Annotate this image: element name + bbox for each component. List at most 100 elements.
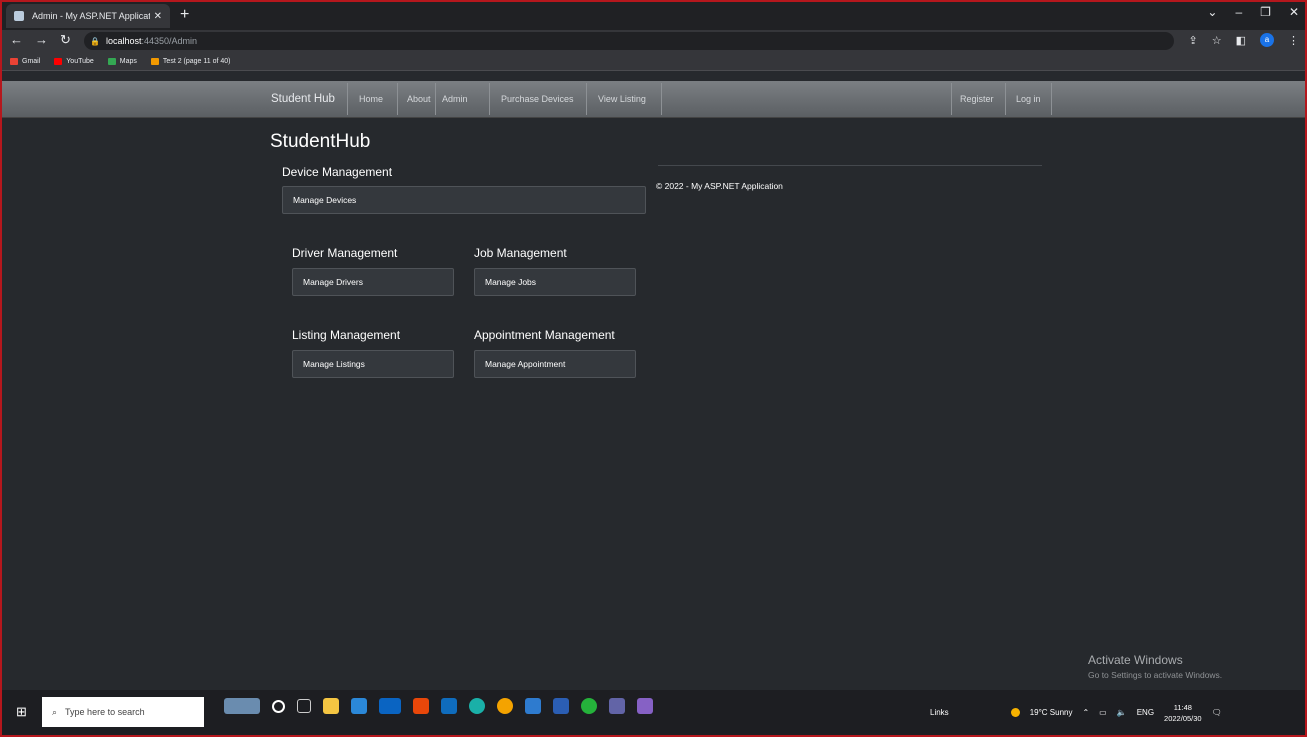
weather-text[interactable]: 19°C Sunny: [1030, 708, 1073, 717]
browser-toolbar: ← → ↻ 🔒 localhost:44350/Admin ⇪ ☆ ◧ a ⋮: [2, 30, 1305, 52]
address-bar[interactable]: 🔒 localhost:44350/Admin: [84, 32, 1174, 50]
manage-appointment-button[interactable]: Manage Appointment: [474, 350, 636, 378]
manage-drivers-button[interactable]: Manage Drivers: [292, 268, 454, 296]
window-controls: ⌄ – ❐ ✕: [1207, 5, 1299, 19]
url-path: :44350/Admin: [141, 36, 198, 46]
volume-icon[interactable]: 🔈: [1117, 708, 1127, 717]
bookmarks-bar: Gmail YouTube Maps Test 2 (page 11 of 40…: [2, 52, 1305, 71]
nav-brand[interactable]: Student Hub: [271, 81, 335, 117]
nav-divider: [1005, 83, 1006, 115]
page-viewport: Student Hub Home About Admin Purchase De…: [2, 71, 1305, 690]
activate-subtitle: Go to Settings to activate Windows.: [1088, 670, 1223, 680]
news-widget-icon[interactable]: [224, 698, 260, 714]
cortana-icon[interactable]: [272, 699, 285, 713]
manage-devices-button[interactable]: Manage Devices: [282, 186, 646, 214]
toolbar-actions: ⇪ ☆ ◧ a ⋮: [1189, 33, 1299, 47]
restore-icon[interactable]: ❐: [1260, 5, 1271, 19]
mail-icon[interactable]: [379, 698, 401, 714]
file-explorer-icon[interactable]: [323, 698, 339, 714]
page-title: StudentHub: [270, 131, 371, 152]
nav-about[interactable]: About: [407, 81, 431, 117]
bookmark-label: Test 2 (page 11 of 40): [162, 57, 231, 65]
menu-kebab-icon[interactable]: ⋮: [1288, 34, 1299, 47]
url-host: localhost: [105, 36, 142, 46]
youtube-icon: [54, 57, 63, 65]
nav-divider: [661, 83, 662, 115]
forward-icon[interactable]: →: [35, 32, 48, 48]
nav-divider: [951, 83, 952, 115]
new-tab-icon[interactable]: +: [180, 6, 189, 24]
search-placeholder: Type here to search: [65, 707, 145, 717]
site-navbar: Student Hub Home About Admin Purchase De…: [2, 81, 1305, 118]
browser-tab-active[interactable]: Admin - My ASP.NET Application ✕: [6, 4, 170, 28]
listing-management-heading: Listing Management: [292, 328, 401, 342]
screen-frame: Admin - My ASP.NET Application ✕ + ⌄ – ❐…: [0, 0, 1307, 737]
visual-studio-icon[interactable]: [637, 698, 653, 714]
activate-windows-watermark: Activate Windows Go to Settings to activ…: [1088, 653, 1222, 680]
share-icon[interactable]: ⇪: [1189, 34, 1198, 47]
notifications-icon[interactable]: 🗨: [1212, 708, 1222, 717]
bookmark-test[interactable]: Test 2 (page 11 of 40): [150, 57, 231, 65]
task-view-icon[interactable]: [297, 699, 311, 713]
clock-time: 11:48: [1173, 702, 1192, 712]
bookmark-maps[interactable]: Maps: [107, 57, 137, 65]
outlook-icon[interactable]: [441, 698, 457, 714]
taskbar-apps: [224, 698, 653, 714]
nav-divider: [435, 83, 436, 115]
reload-icon[interactable]: ↻: [60, 32, 71, 48]
weather-sun-icon[interactable]: [1010, 708, 1020, 717]
activate-title: Activate Windows: [1088, 653, 1183, 667]
bookmark-youtube[interactable]: YouTube: [54, 57, 94, 65]
nav-login[interactable]: Log in: [1016, 81, 1041, 117]
nav-home[interactable]: Home: [359, 81, 383, 117]
browser-tab-title: Admin - My ASP.NET Application: [32, 11, 150, 21]
manage-jobs-button[interactable]: Manage Jobs: [474, 268, 636, 296]
office-icon[interactable]: [413, 698, 429, 714]
network-icon[interactable]: ▭: [1099, 708, 1107, 717]
manage-listings-button[interactable]: Manage Listings: [292, 350, 454, 378]
chrome-icon[interactable]: [497, 698, 513, 714]
driver-management-heading: Driver Management: [292, 246, 398, 260]
whatsapp-icon[interactable]: [581, 698, 597, 714]
page-favicon-icon: [14, 11, 24, 21]
browser-tabstrip: Admin - My ASP.NET Application ✕ + ⌄ – ❐…: [2, 2, 1305, 30]
tab-search-icon[interactable]: ⌄: [1207, 5, 1217, 19]
job-management-heading: Job Management: [474, 246, 567, 260]
nav-buttons: ← → ↻: [10, 32, 71, 48]
system-clock[interactable]: 11:48 2022/05/30: [1164, 702, 1202, 724]
nav-divider: [489, 83, 490, 115]
close-window-icon[interactable]: ✕: [1289, 5, 1299, 19]
nav-purchase-devices[interactable]: Purchase Devices: [501, 81, 574, 117]
bookmark-label: Maps: [119, 57, 137, 65]
windows-start-icon[interactable]: ⊞: [16, 704, 27, 720]
bookmark-gmail[interactable]: Gmail: [10, 57, 40, 65]
nav-divider: [586, 83, 587, 115]
profile-avatar[interactable]: a: [1260, 33, 1274, 47]
close-tab-icon[interactable]: ✕: [154, 11, 162, 22]
nav-register[interactable]: Register: [960, 81, 994, 117]
word-icon[interactable]: [553, 698, 569, 714]
links-toolbar[interactable]: Links: [930, 708, 949, 717]
bookmark-label: YouTube: [66, 57, 94, 65]
appointment-management-heading: Appointment Management: [474, 328, 615, 342]
bookmark-star-icon[interactable]: ☆: [1212, 34, 1222, 47]
teams-icon[interactable]: [609, 698, 625, 714]
minimize-icon[interactable]: –: [1235, 5, 1242, 19]
tray-chevron-icon[interactable]: ⌃: [1082, 708, 1089, 717]
device-management-heading: Device Management: [282, 165, 393, 179]
edge-icon[interactable]: [469, 698, 485, 714]
nav-divider: [347, 83, 348, 115]
side-panel-icon[interactable]: ◧: [1236, 34, 1246, 47]
store-icon[interactable]: [351, 698, 367, 714]
vscode-icon[interactable]: [525, 698, 541, 714]
language-indicator[interactable]: ENG: [1137, 708, 1154, 717]
footer-divider: [658, 165, 1042, 166]
nav-divider: [1051, 83, 1052, 115]
back-icon[interactable]: ←: [10, 32, 23, 48]
nav-admin[interactable]: Admin: [442, 81, 468, 117]
lock-icon[interactable]: 🔒: [90, 37, 100, 46]
taskbar-search-box[interactable]: ⌕ Type here to search: [42, 697, 204, 727]
windows-taskbar: ⊞ ⌕ Type here to search Links 19°C Sunny…: [2, 690, 1305, 735]
nav-view-listing[interactable]: View Listing: [598, 81, 646, 117]
footer-copyright: © 2022 - My ASP.NET Application: [656, 181, 783, 191]
